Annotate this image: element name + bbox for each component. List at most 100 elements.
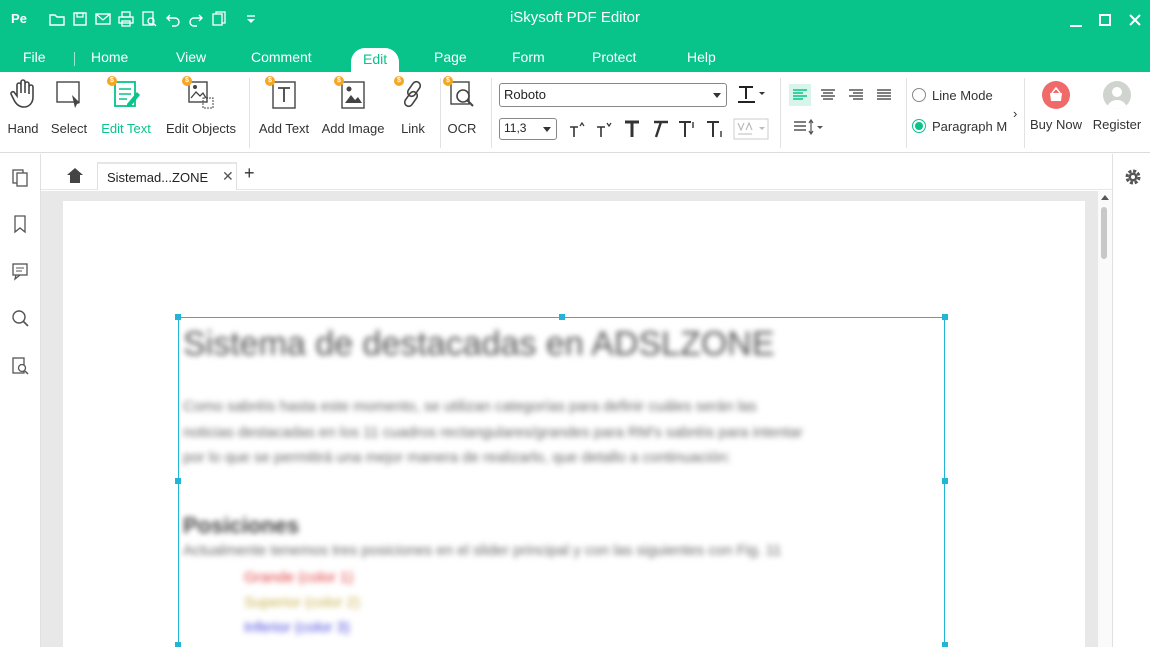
line-spacing-icon[interactable]	[791, 116, 825, 138]
edit-objects-label: Edit Objects	[165, 121, 237, 136]
home-icon[interactable]	[65, 166, 85, 184]
paragraph-mode-option[interactable]: Paragraph M	[912, 119, 1007, 134]
paragraph-mode-label: Paragraph M	[932, 119, 1008, 134]
font-family-select[interactable]: Roboto	[499, 83, 727, 107]
text-selection-box[interactable]	[175, 314, 948, 647]
font-size-value: 11,3	[504, 121, 527, 135]
document-tab[interactable]: Sistemad...ZONE ✕	[97, 162, 237, 190]
premium-coin-icon: $	[334, 76, 344, 86]
ribbon-divider	[491, 78, 492, 148]
edit-objects-icon: $	[182, 76, 216, 112]
tab-comment[interactable]: Comment	[251, 49, 312, 65]
italic-icon[interactable]	[648, 118, 670, 140]
tab-page[interactable]: Page	[434, 49, 467, 65]
ribbon-scroll-right-icon[interactable]: ›	[1013, 106, 1017, 121]
premium-coin-icon: $	[394, 76, 404, 86]
maximize-icon[interactable]	[1091, 6, 1119, 34]
hand-tool-button[interactable]: Hand	[6, 78, 40, 136]
font-color-icon[interactable]	[735, 83, 767, 105]
scroll-up-icon[interactable]	[1101, 195, 1109, 200]
tab-form[interactable]: Form	[512, 49, 545, 65]
register-button[interactable]: Register	[1089, 81, 1145, 132]
align-center-icon[interactable]	[817, 84, 839, 106]
basket-icon	[1042, 81, 1070, 109]
buy-now-button[interactable]: Buy Now	[1029, 81, 1083, 132]
resize-handle[interactable]	[942, 642, 948, 647]
premium-coin-icon: $	[443, 76, 453, 86]
close-tab-icon[interactable]: ✕	[222, 168, 234, 185]
resize-handle[interactable]	[175, 478, 181, 484]
tab-home[interactable]: Home	[91, 49, 128, 65]
align-right-icon[interactable]	[845, 84, 867, 106]
line-mode-radio[interactable]	[912, 88, 926, 102]
chevron-down-icon	[713, 93, 721, 98]
ribbon-divider	[249, 78, 250, 148]
document-tab-strip: Sistemad...ZONE ✕ +	[41, 154, 1112, 190]
tab-view[interactable]: View	[176, 49, 206, 65]
hand-label: Hand	[7, 121, 39, 136]
buy-now-label: Buy Now	[1029, 117, 1083, 132]
tab-file[interactable]: File	[23, 49, 46, 65]
align-left-icon[interactable]	[789, 84, 811, 106]
ocr-button[interactable]: $ OCR	[443, 76, 478, 136]
align-justify-icon[interactable]	[873, 84, 895, 106]
edit-text-button[interactable]: $ Edit Text	[98, 76, 154, 136]
select-tool-button[interactable]: Select	[47, 78, 91, 136]
bold-icon[interactable]	[621, 118, 643, 140]
text-up-icon[interactable]	[676, 118, 698, 140]
add-text-icon: $	[265, 76, 299, 112]
minimize-icon[interactable]	[1062, 6, 1090, 34]
ocr-label: OCR	[447, 121, 477, 136]
tab-help[interactable]: Help	[687, 49, 716, 65]
bookmark-icon[interactable]	[10, 214, 30, 234]
search-icon[interactable]	[10, 308, 30, 328]
tab-edit[interactable]: Edit	[351, 48, 400, 72]
chevron-down-icon	[543, 127, 551, 132]
font-family-value: Roboto	[504, 87, 546, 102]
link-button[interactable]: $ Link	[394, 76, 430, 136]
tab-protect[interactable]: Protect	[592, 49, 636, 65]
menu-bar: File Home View Comment Edit Page Form Pr…	[0, 40, 1150, 72]
right-sidebar	[1112, 154, 1150, 647]
resize-handle[interactable]	[175, 642, 181, 647]
vertical-scrollbar[interactable]	[1098, 191, 1112, 647]
add-text-button[interactable]: $ Add Text	[256, 76, 312, 136]
menu-divider	[74, 52, 75, 66]
add-text-label: Add Text	[258, 121, 310, 136]
edit-ribbon: Hand Select $ Edit Text $ Edit Objects $…	[0, 72, 1150, 153]
new-tab-icon[interactable]: +	[244, 163, 255, 184]
superscript-icon[interactable]	[566, 119, 588, 141]
edit-text-icon: $	[107, 76, 141, 112]
ocr-icon: $	[443, 76, 477, 112]
scrollbar-thumb[interactable]	[1101, 207, 1107, 259]
add-image-icon: $	[334, 76, 368, 112]
thumbnails-icon[interactable]	[10, 168, 30, 188]
hand-icon	[8, 78, 38, 112]
resize-handle[interactable]	[942, 478, 948, 484]
resize-handle[interactable]	[175, 314, 181, 320]
avatar-icon	[1103, 81, 1131, 109]
edit-objects-button[interactable]: $ Edit Objects	[162, 76, 240, 136]
text-down-icon[interactable]	[704, 118, 726, 140]
resize-handle[interactable]	[559, 314, 565, 320]
register-label: Register	[1092, 117, 1142, 132]
line-mode-option[interactable]: Line Mode	[912, 88, 993, 103]
subscript-icon[interactable]	[593, 119, 615, 141]
character-spacing-icon	[733, 118, 769, 140]
left-sidebar	[0, 154, 41, 647]
close-icon[interactable]	[1121, 6, 1149, 34]
premium-coin-icon: $	[265, 76, 275, 86]
premium-coin-icon: $	[107, 76, 117, 86]
paragraph-mode-radio[interactable]	[912, 119, 926, 133]
add-image-button[interactable]: $ Add Image	[320, 76, 386, 136]
add-image-label: Add Image	[321, 121, 385, 136]
page-search-icon[interactable]	[10, 356, 30, 376]
title-bar: Pe iSkysoft PDF Editor	[0, 0, 1150, 40]
select-icon	[54, 78, 84, 112]
resize-handle[interactable]	[942, 314, 948, 320]
select-label: Select	[50, 121, 88, 136]
gear-icon[interactable]	[1122, 166, 1144, 188]
premium-coin-icon: $	[182, 76, 192, 86]
font-size-select[interactable]: 11,3	[499, 118, 557, 140]
comments-icon[interactable]	[10, 261, 30, 281]
